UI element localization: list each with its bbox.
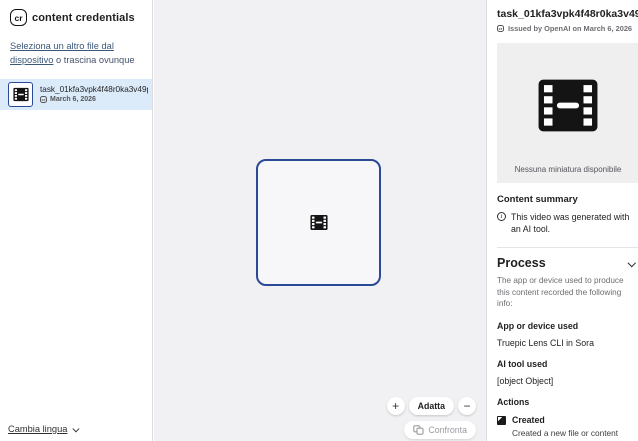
content-summary-text: This video was generated with an AI tool… xyxy=(511,211,637,236)
file-date-row: cr March 6, 2026 xyxy=(40,96,148,103)
file-thumbnail xyxy=(8,82,33,107)
logo-text: content credentials xyxy=(32,12,135,24)
credentials-detail-panel: task_01kfa3vpk4f48r0ka3v49… cr Issued by… xyxy=(486,0,638,441)
film-icon xyxy=(13,87,29,102)
file-name: task_01kfa3vpk4f48r0ka3v49p5y… xyxy=(40,85,148,94)
created-action-icon xyxy=(497,416,506,425)
field-label-ai-tool: AI tool used xyxy=(497,359,638,369)
asset-title: task_01kfa3vpk4f48r0ka3v49… xyxy=(497,8,638,20)
compare-button[interactable]: Confronta xyxy=(404,421,476,439)
field-value-ai-tool: [object Object] xyxy=(497,376,638,386)
actions-heading: Actions xyxy=(497,397,638,407)
upload-suffix-text: o trascina ovunque xyxy=(53,55,134,65)
action-created-row: Created Created a new file or content xyxy=(497,415,638,438)
compare-label: Confronta xyxy=(428,425,467,435)
film-icon xyxy=(537,77,599,134)
file-meta: task_01kfa3vpk4f48r0ka3v49p5y… cr March … xyxy=(40,85,148,103)
chevron-down-icon[interactable] xyxy=(627,259,635,267)
info-icon: i xyxy=(497,212,506,221)
section-divider xyxy=(497,247,638,248)
content-summary-row: i This video was generated with an AI to… xyxy=(497,211,637,236)
field-label-app-or-device: App or device used xyxy=(497,321,638,331)
process-section-header[interactable]: Process xyxy=(497,256,637,270)
field-value-app-or-device: Truepic Lens CLI in Sora xyxy=(497,338,638,348)
zoom-controls: + Adatta − xyxy=(387,397,476,415)
zoom-out-button[interactable]: − xyxy=(458,397,476,415)
film-icon xyxy=(310,214,328,231)
change-language-link[interactable]: Cambia lingua xyxy=(8,424,67,434)
action-created-details: Created Created a new file or content xyxy=(512,415,618,438)
action-name: Created xyxy=(512,415,618,425)
no-thumbnail-caption: Nessuna miniatura disponibile xyxy=(497,165,638,174)
cr-badge-icon: cr xyxy=(497,25,504,32)
process-heading: Process xyxy=(497,256,546,270)
process-description: The app or device used to produce this c… xyxy=(497,275,637,311)
media-placeholder-box[interactable] xyxy=(256,159,381,286)
cr-logo-icon: cr xyxy=(10,9,27,26)
fit-to-screen-button[interactable]: Adatta xyxy=(409,397,454,415)
compare-icon xyxy=(413,425,424,435)
action-description: Created a new file or content xyxy=(512,428,618,438)
upload-instructions: Seleziona un altro file dal dispositivo … xyxy=(10,40,142,68)
content-credentials-app: cr content credentials Seleziona un altr… xyxy=(0,0,638,441)
preview-canvas: + Adatta − Confronta xyxy=(154,0,486,441)
cr-badge-icon: cr xyxy=(40,96,47,103)
chevron-down-icon xyxy=(73,425,79,431)
zoom-in-button[interactable]: + xyxy=(387,397,405,415)
language-selector[interactable]: Cambia lingua xyxy=(8,424,78,434)
thumbnail-placeholder: Nessuna miniatura disponibile xyxy=(497,43,638,183)
app-logo[interactable]: cr content credentials xyxy=(10,9,152,26)
file-list-item-selected[interactable]: task_01kfa3vpk4f48r0ka3v49p5y… cr March … xyxy=(0,79,152,110)
issued-by-text: Issued by OpenAI on March 6, 2026 xyxy=(508,24,632,33)
file-date: March 6, 2026 xyxy=(50,96,96,103)
content-summary-heading: Content summary xyxy=(497,194,638,205)
sidebar: cr content credentials Seleziona un altr… xyxy=(0,0,153,441)
issuer-row: cr Issued by OpenAI on March 6, 2026 xyxy=(497,24,638,33)
